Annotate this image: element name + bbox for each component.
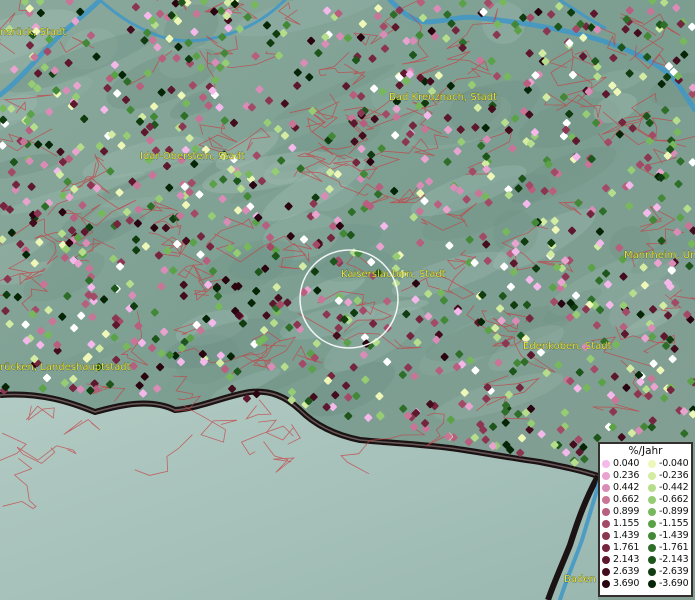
legend-swatch [648,531,656,540]
legend-swatch [602,483,610,492]
legend-item-negative: -0.236 [648,470,694,481]
legend-swatch [602,531,610,540]
city-label-hunsrueck: nsrück, Stadt [0,27,66,38]
city-label-idar-oberstein: Idar-Oberstein, Stadt [140,151,245,162]
legend-swatch [648,579,656,588]
legend-value: -0.442 [659,482,689,493]
legend-item-negative: -1.761 [648,542,694,553]
legend-value: 1.439 [613,530,640,541]
legend-value: -1.761 [659,542,689,553]
legend-item-negative: -1.439 [648,530,694,541]
legend-value: -0.662 [659,494,689,505]
legend-item-negative: -0.040 [648,458,694,469]
legend-item-positive: 0.899 [602,506,648,517]
legend-item-positive: 1.761 [602,542,648,553]
legend-value: 2.639 [613,566,640,577]
legend-item-positive: 0.040 [602,458,648,469]
legend-item-negative: -0.899 [648,506,694,517]
legend-swatch [602,555,610,564]
legend-swatch [648,567,656,576]
legend-value: 2.143 [613,554,640,565]
map-canvas[interactable]: nsrück, Stadt Bad Kreuznach, Stadt Idar-… [0,0,695,600]
legend-swatch [602,579,610,588]
legend-swatch [648,543,656,552]
legend-item-positive: 3.690 [602,578,648,589]
legend-swatch [602,567,610,576]
city-label-baden: Baden [564,574,596,585]
legend-value: -0.040 [659,458,689,469]
legend-swatch [648,555,656,564]
legend-swatch [602,543,610,552]
legend-swatch [648,519,656,528]
city-label-bad-kreuznach: Bad Kreuznach, Stadt [389,92,497,103]
legend-swatch [602,507,610,516]
legend-item-positive: 1.155 [602,518,648,529]
legend-value: -0.899 [659,506,689,517]
legend-item-negative: -3.690 [648,578,694,589]
legend-swatch [602,519,610,528]
legend-swatch [648,459,656,468]
legend-value: 0.662 [613,494,640,505]
legend-item-negative: -0.442 [648,482,694,493]
legend-item-positive: 0.236 [602,470,648,481]
legend-value: 3.690 [613,578,640,589]
legend: %/Jahr 0.040 -0.040 0.236 -0.236 0.442 -0.442… [598,442,693,597]
legend-value: -2.639 [659,566,689,577]
legend-value: -1.155 [659,518,689,529]
legend-swatch [648,471,656,480]
legend-value: 1.155 [613,518,640,529]
legend-swatch [602,471,610,480]
legend-item-positive: 2.639 [602,566,648,577]
legend-title: %/Jahr [628,445,663,457]
legend-value: 0.442 [613,482,640,493]
legend-swatch [648,507,656,516]
legend-value: 0.040 [613,458,640,469]
legend-item-positive: 1.439 [602,530,648,541]
legend-swatch [602,495,610,504]
city-label-saarbruecken: rücken, Landeshauptstadt [0,362,131,373]
legend-item-negative: -1.155 [648,518,694,529]
legend-value: -1.439 [659,530,689,541]
legend-item-positive: 0.442 [602,482,648,493]
legend-value: -2.143 [659,554,689,565]
legend-item-positive: 2.143 [602,554,648,565]
legend-swatch [648,495,656,504]
legend-item-positive: 0.662 [602,494,648,505]
city-label-edenkoben: Edenkoben, Stadt [523,341,612,352]
legend-value: -0.236 [659,470,689,481]
legend-grid: 0.040 -0.040 0.236 -0.236 0.442 -0.442 0.662 -0… [600,458,691,589]
legend-item-negative: -2.143 [648,554,694,565]
legend-value: 0.899 [613,506,640,517]
legend-swatch [648,483,656,492]
legend-value: 0.236 [613,470,640,481]
legend-value: -3.690 [659,578,689,589]
legend-value: 1.761 [613,542,640,553]
legend-item-negative: -0.662 [648,494,694,505]
legend-item-negative: -2.639 [648,566,694,577]
legend-swatch [602,459,610,468]
city-label-mannheim: Mannheim, Uni [624,250,695,261]
